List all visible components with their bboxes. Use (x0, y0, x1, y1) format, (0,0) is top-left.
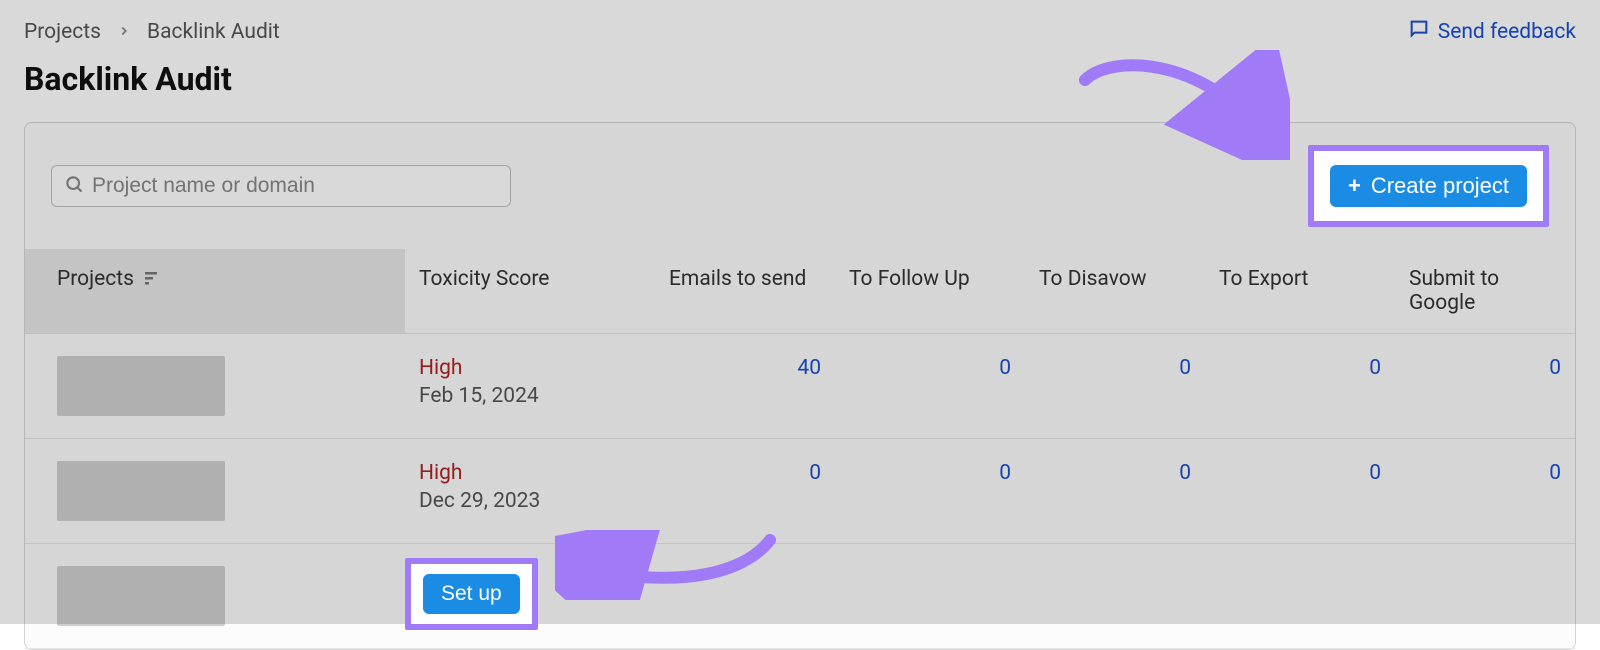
followup-value[interactable]: 0 (835, 439, 1025, 544)
create-project-label: Create project (1371, 173, 1509, 199)
projects-panel: + Create project Projects (24, 122, 1576, 650)
send-feedback-link[interactable]: Send feedback (1408, 18, 1576, 46)
emails-value[interactable]: 0 (655, 439, 835, 544)
chevron-right-icon (117, 22, 131, 43)
followup-value[interactable]: 0 (835, 334, 1025, 439)
search-icon (64, 174, 84, 198)
feedback-icon (1408, 18, 1430, 46)
table-row: Set up (25, 544, 1575, 649)
toxicity-date: Dec 29, 2023 (419, 489, 641, 513)
breadcrumb: Projects Backlink Audit Send feedback (24, 12, 1576, 52)
breadcrumb-root[interactable]: Projects (24, 20, 101, 44)
project-thumbnail[interactable] (57, 356, 225, 416)
col-projects-label: Projects (57, 267, 134, 291)
toxicity-level: High (419, 461, 641, 485)
submit-value[interactable]: 0 (1395, 334, 1575, 439)
project-thumbnail[interactable] (57, 566, 225, 626)
col-toxicity[interactable]: Toxicity Score (405, 249, 655, 334)
page-title: Backlink Audit (24, 60, 1576, 98)
setup-highlight: Set up (405, 558, 538, 630)
disavow-value[interactable]: 0 (1025, 334, 1205, 439)
disavow-value[interactable]: 0 (1025, 439, 1205, 544)
create-project-button[interactable]: + Create project (1330, 165, 1527, 207)
emails-value[interactable]: 40 (655, 334, 835, 439)
send-feedback-label: Send feedback (1438, 20, 1576, 44)
sort-icon (145, 267, 161, 291)
col-followup[interactable]: To Follow Up (835, 249, 1025, 334)
projects-table: Projects Toxicity Score Emails to send T… (25, 249, 1575, 649)
breadcrumb-current: Backlink Audit (147, 20, 280, 44)
col-submit[interactable]: Submit to Google (1395, 249, 1575, 334)
col-disavow[interactable]: To Disavow (1025, 249, 1205, 334)
toxicity-date: Feb 15, 2024 (419, 384, 641, 408)
search-field[interactable] (51, 165, 511, 207)
plus-icon: + (1348, 175, 1361, 197)
col-emails[interactable]: Emails to send (655, 249, 835, 334)
setup-button[interactable]: Set up (423, 574, 520, 614)
table-row: High Dec 29, 2023 0 0 0 0 0 (25, 439, 1575, 544)
submit-value[interactable]: 0 (1395, 439, 1575, 544)
export-value[interactable]: 0 (1205, 334, 1395, 439)
toxicity-level: High (419, 356, 641, 380)
table-row: High Feb 15, 2024 40 0 0 0 0 (25, 334, 1575, 439)
search-input[interactable] (92, 174, 498, 198)
col-export[interactable]: To Export (1205, 249, 1395, 334)
export-value[interactable]: 0 (1205, 439, 1395, 544)
col-projects[interactable]: Projects (25, 249, 405, 334)
project-thumbnail[interactable] (57, 461, 225, 521)
create-project-highlight: + Create project (1308, 145, 1549, 227)
